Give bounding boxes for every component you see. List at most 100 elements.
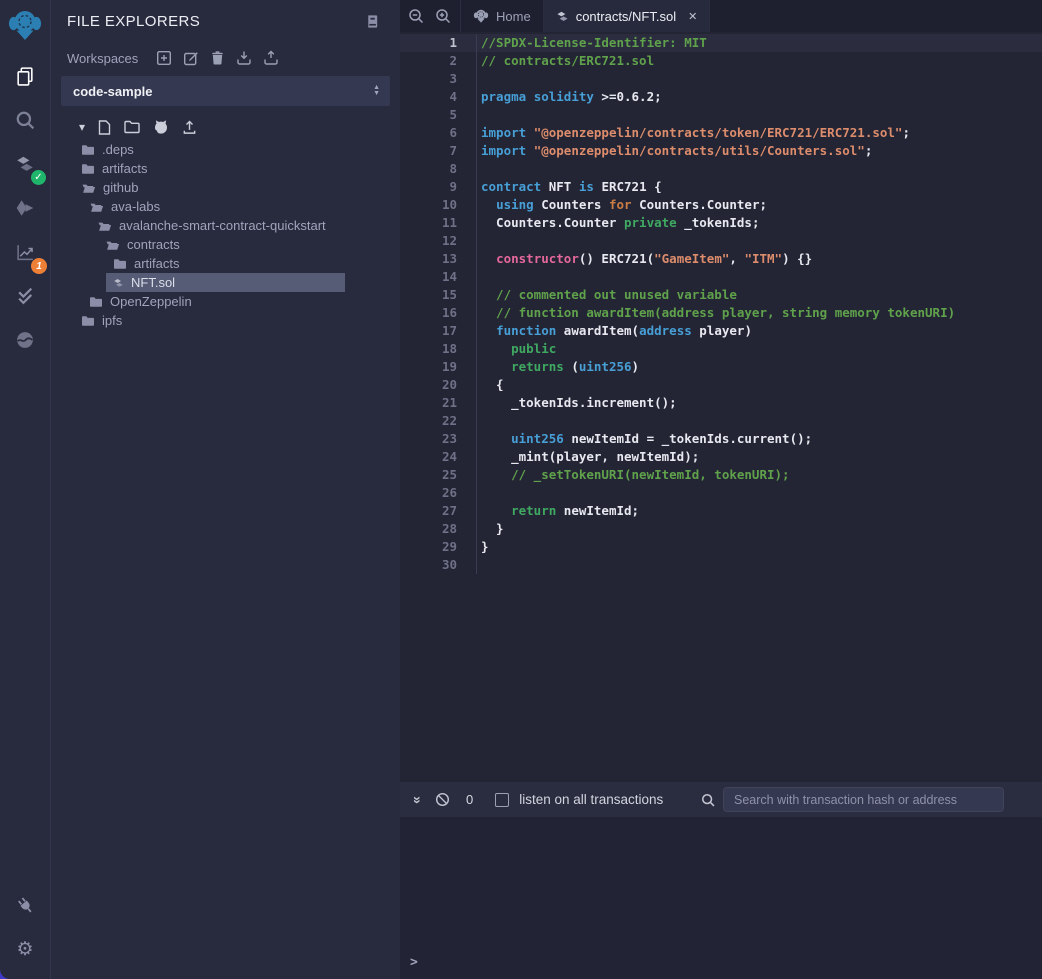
code-line-15[interactable]: 15 // commented out unused variable [400, 286, 1042, 304]
listen-transactions-checkbox[interactable] [495, 793, 509, 807]
code-text: function awardItem(address player) [477, 322, 752, 340]
folder-open-icon [105, 239, 120, 251]
code-line-7[interactable]: 7import "@openzeppelin/contracts/utils/C… [400, 142, 1042, 160]
line-number: 21 [400, 394, 457, 412]
code-line-17[interactable]: 17 function awardItem(address player) [400, 322, 1042, 340]
workspace-actions [156, 50, 279, 66]
rename-workspace-button[interactable] [183, 50, 199, 66]
code-line-23[interactable]: 23 uint256 newItemId = _tokenIds.current… [400, 430, 1042, 448]
transaction-search-input[interactable] [723, 787, 1004, 812]
new-file-button[interactable] [98, 120, 111, 135]
tab-contracts-nft-sol[interactable]: contracts/NFT.sol ✕ [544, 0, 711, 32]
tree-item-contracts[interactable]: contracts [51, 235, 400, 254]
sidebar-item-analytics[interactable]: 1 [0, 230, 50, 274]
delete-workspace-button[interactable] [210, 50, 225, 66]
clear-console-button[interactable] [430, 788, 454, 812]
code-line-2[interactable]: 2// contracts/ERC721.sol [400, 52, 1042, 70]
terminal-output[interactable]: > [400, 817, 1042, 979]
github-clone-button[interactable] [153, 119, 169, 135]
new-folder-button[interactable] [124, 120, 140, 134]
remix-logo[interactable] [0, 0, 50, 50]
editor-zoom-controls [400, 0, 460, 32]
line-number: 13 [400, 250, 457, 268]
sidebar-item-deploy-run[interactable] [0, 186, 50, 230]
code-line-26[interactable]: 26 [400, 484, 1042, 502]
code-line-30[interactable]: 30 [400, 556, 1042, 574]
tree-item-artifacts[interactable]: artifacts [51, 159, 400, 178]
zoom-out-button[interactable] [405, 5, 427, 27]
upload-file-button[interactable] [182, 120, 197, 135]
gutter-divider [457, 304, 477, 322]
line-number: 18 [400, 340, 457, 358]
code-line-20[interactable]: 20 { [400, 376, 1042, 394]
deploy-run-icon [15, 199, 35, 217]
tree-item-label: ipfs [102, 313, 122, 328]
code-line-13[interactable]: 13 constructor() ERC721("GameItem", "ITM… [400, 250, 1042, 268]
code-line-18[interactable]: 18 public [400, 340, 1042, 358]
code-line-6[interactable]: 6import "@openzeppelin/contracts/token/E… [400, 124, 1042, 142]
tree-item--deps[interactable]: .deps [51, 140, 400, 159]
tree-item-ipfs[interactable]: ipfs [51, 311, 400, 330]
file-explorer-panel: FILE EXPLORERS Workspaces [50, 0, 400, 979]
gutter-divider [457, 430, 477, 448]
line-number: 7 [400, 142, 457, 160]
download-workspace-button[interactable] [236, 50, 252, 66]
sidebar-item-solidity-compiler[interactable]: ✓ [0, 142, 50, 186]
code-line-12[interactable]: 12 [400, 232, 1042, 250]
close-tab-icon[interactable]: ✕ [688, 10, 697, 23]
code-line-1[interactable]: 1//SPDX-License-Identifier: MIT [400, 34, 1042, 52]
code-line-10[interactable]: 10 using Counters for Counters.Counter; [400, 196, 1042, 214]
code-line-14[interactable]: 14 [400, 268, 1042, 286]
code-line-25[interactable]: 25 // _setTokenURI(newItemId, tokenURI); [400, 466, 1042, 484]
code-line-29[interactable]: 29} [400, 538, 1042, 556]
workspaces-label: Workspaces [67, 51, 138, 66]
code-line-27[interactable]: 27 return newItemId; [400, 502, 1042, 520]
code-text: Counters.Counter private _tokenIds; [477, 214, 759, 232]
sidebar-item-file-explorer[interactable] [0, 54, 50, 98]
create-workspace-button[interactable] [156, 50, 172, 66]
docs-book-button[interactable] [365, 13, 380, 30]
code-line-28[interactable]: 28 } [400, 520, 1042, 538]
gutter-divider [457, 52, 477, 70]
gutter-divider [457, 106, 477, 124]
settings-button[interactable]: ⚙ [0, 927, 50, 971]
code-line-22[interactable]: 22 [400, 412, 1042, 430]
tree-item-avalanche-smart-contract-quickstart[interactable]: avalanche-smart-contract-quickstart [51, 216, 400, 235]
sidebar-item-unit-testing[interactable] [0, 274, 50, 318]
tab-home[interactable]: Home [460, 0, 544, 32]
line-number: 20 [400, 376, 457, 394]
code-editor[interactable]: 1//SPDX-License-Identifier: MIT2// contr… [400, 32, 1042, 782]
collapse-tree-button[interactable]: ▾ [79, 121, 85, 133]
code-line-24[interactable]: 24 _mint(player, newItemId); [400, 448, 1042, 466]
code-line-19[interactable]: 19 returns (uint256) [400, 358, 1042, 376]
code-line-5[interactable]: 5 [400, 106, 1042, 124]
sidebar-item-search[interactable] [0, 98, 50, 142]
tree-item-ava-labs[interactable]: ava-labs [51, 197, 400, 216]
code-line-11[interactable]: 11 Counters.Counter private _tokenIds; [400, 214, 1042, 232]
tree-item-openzeppelin[interactable]: OpenZeppelin [51, 292, 400, 311]
code-line-9[interactable]: 9contract NFT is ERC721 { [400, 178, 1042, 196]
new-file-icon [98, 120, 111, 135]
code-line-3[interactable]: 3 [400, 70, 1042, 88]
code-line-21[interactable]: 21 _tokenIds.increment(); [400, 394, 1042, 412]
tab-bar: Home contracts/NFT.sol ✕ [400, 0, 1042, 32]
code-line-16[interactable]: 16 // function awardItem(address player,… [400, 304, 1042, 322]
tree-item-github[interactable]: github [51, 178, 400, 197]
code-line-8[interactable]: 8 [400, 160, 1042, 178]
line-number: 15 [400, 286, 457, 304]
trash-icon [210, 50, 225, 66]
zoom-in-button[interactable] [432, 5, 454, 27]
gutter-divider [457, 142, 477, 160]
sidebar-item-sourcify[interactable] [0, 318, 50, 362]
line-number: 12 [400, 232, 457, 250]
gutter-divider [457, 286, 477, 304]
tree-item-artifacts[interactable]: artifacts [51, 254, 400, 273]
folder-open-icon [89, 201, 104, 213]
workspace-select[interactable]: code-sample ▲ ▼ [61, 76, 390, 106]
expand-terminal-button[interactable]: » [406, 788, 430, 812]
plugin-manager-button[interactable] [0, 883, 50, 927]
tree-item-nft-sol[interactable]: NFT.sol [51, 273, 400, 292]
code-line-4[interactable]: 4pragma solidity >=0.6.2; [400, 88, 1042, 106]
zoom-in-icon [435, 8, 451, 24]
restore-workspace-button[interactable] [263, 50, 279, 66]
